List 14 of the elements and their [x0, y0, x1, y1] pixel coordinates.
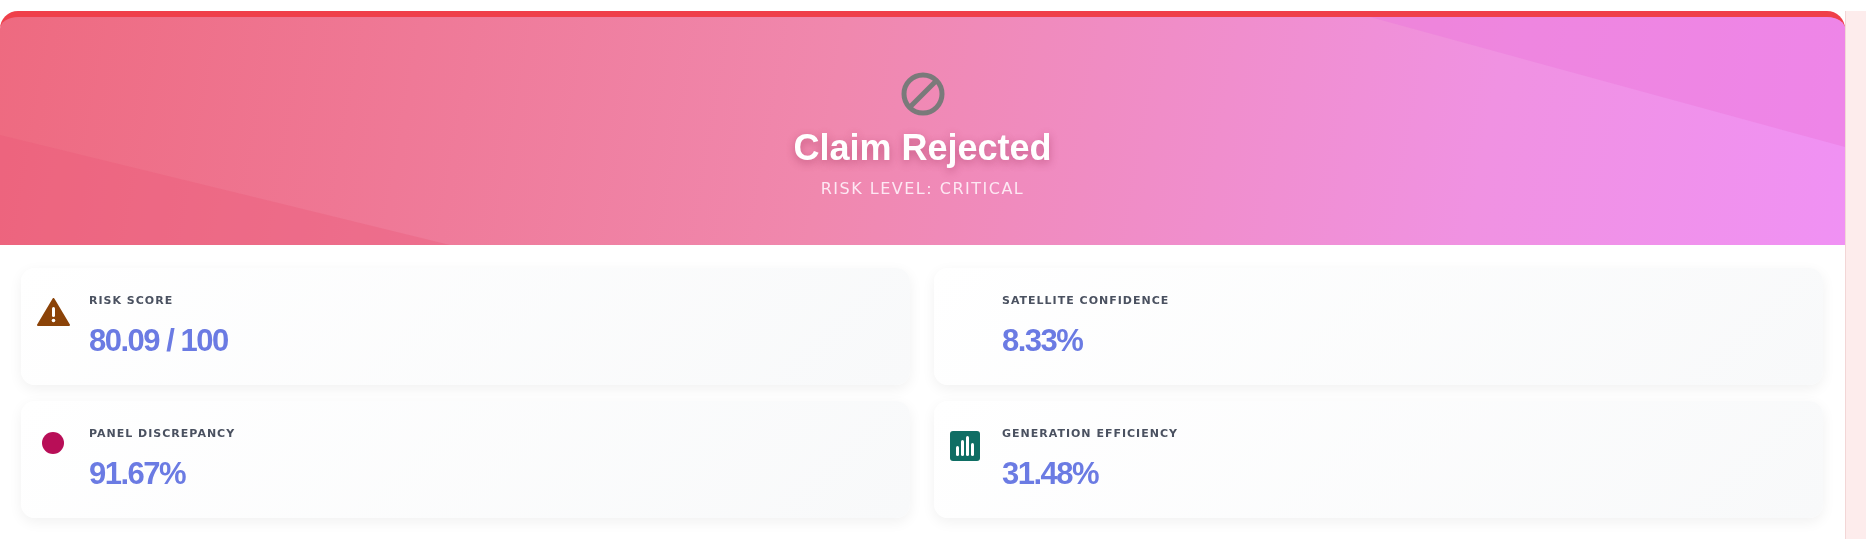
dot-icon: [41, 431, 65, 455]
status-title: Claim Rejected: [793, 126, 1052, 169]
bar-chart-icon: [950, 431, 980, 461]
metric-value: 31.48%: [1002, 456, 1100, 492]
metric-label: GENERATION EFFICIENCY: [1002, 427, 1179, 440]
metric-value: 91.67%: [89, 456, 187, 492]
risk-level-text: RISK LEVEL: CRITICAL: [820, 178, 1025, 198]
metric-value: 80.09 / 100: [89, 323, 229, 359]
metric-label: PANEL DISCREPANCY: [89, 427, 237, 440]
metric-value: 8.33%: [1002, 323, 1084, 359]
prohibited-icon: [899, 70, 946, 117]
warning-icon: [37, 298, 70, 326]
metric-label: SATELLITE CONFIDENCE: [1002, 294, 1171, 307]
metric-label: RISK SCORE: [89, 294, 175, 307]
